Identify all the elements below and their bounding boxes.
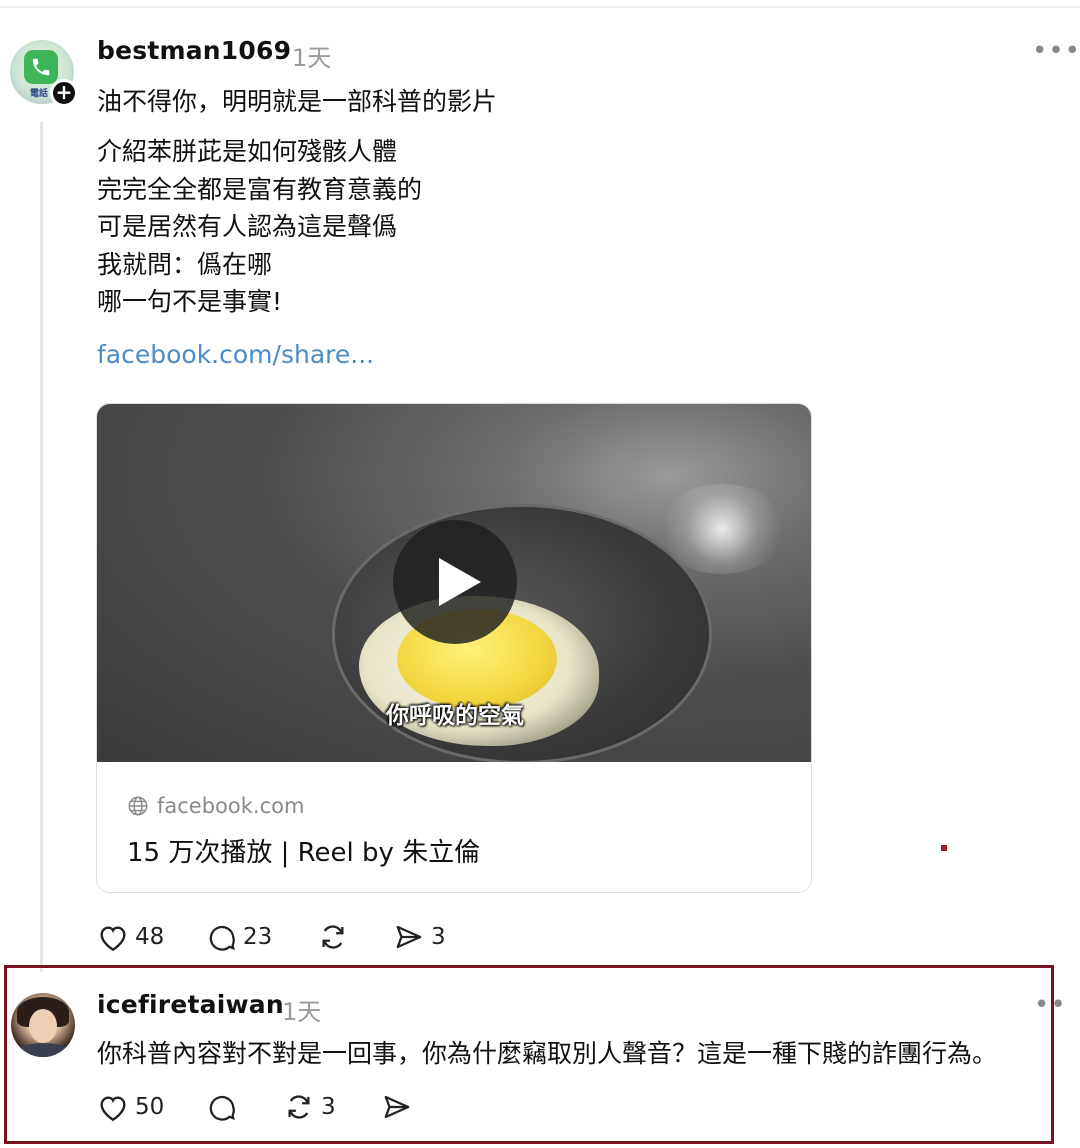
post-first-line: 油不得你，明明就是一部科普的影片 (97, 87, 498, 116)
video-caption: 你呼吸的空氣 (386, 703, 524, 729)
share-link[interactable]: facebook.com/share... (97, 340, 374, 369)
post-body-line: 可是居然有人認為這是聲僞 (97, 212, 398, 241)
comment-icon (209, 925, 235, 951)
post-actions: 50 3 (97, 1092, 413, 1122)
post-body-line: 我就問：僞在哪 (97, 249, 273, 279)
play-button[interactable] (393, 520, 517, 644)
thread-line (40, 122, 43, 972)
like-button[interactable]: 50 (97, 1092, 207, 1122)
card-footer: facebook.com 15 万次播放 | Reel by 朱立倫 (97, 762, 811, 892)
card-domain-row: facebook.com (127, 794, 304, 818)
avatar-shirt (15, 1043, 71, 1057)
repost-button[interactable] (317, 922, 393, 952)
comment-button[interactable]: 23 (207, 922, 317, 952)
comment-button[interactable] (207, 1092, 283, 1122)
globe-icon (128, 796, 148, 816)
link-preview-card[interactable]: 你呼吸的空氣 facebook.com 15 万次播放 | Reel by 朱立… (96, 403, 812, 893)
more-options-icon[interactable]: ••• (1032, 36, 1080, 66)
more-options-icon[interactable]: •• (1034, 990, 1067, 1020)
video-thumbnail[interactable]: 你呼吸的空氣 (97, 404, 811, 762)
post-username[interactable]: bestman1069 (97, 36, 291, 65)
repost-count: 3 (321, 1094, 336, 1120)
post-username[interactable]: icefiretaiwan (97, 990, 284, 1019)
top-divider (0, 6, 1080, 8)
light-glare (657, 484, 787, 574)
repost-icon (322, 925, 344, 949)
post-body-line: 完完全全都是富有教育意義的 (97, 174, 423, 204)
phone-icon (24, 50, 58, 84)
card-title[interactable]: 15 万次播放 | Reel by 朱立倫 (127, 832, 480, 869)
avatar[interactable] (11, 993, 75, 1057)
comment-count: 23 (243, 924, 273, 950)
comment-icon (209, 1095, 235, 1121)
share-button[interactable] (381, 1092, 413, 1122)
heart-icon (100, 926, 126, 952)
post-body-line: 哪一句不是事實! (97, 287, 283, 316)
repost-button[interactable]: 3 (283, 1092, 381, 1122)
post-time: 1天 (292, 44, 332, 72)
heart-icon (100, 1096, 126, 1122)
repost-icon (288, 1095, 310, 1119)
red-dot-mark (941, 845, 947, 851)
send-icon (384, 1095, 410, 1119)
avatar-tile-text: 電話 (30, 89, 49, 99)
like-count: 48 (135, 924, 165, 950)
send-icon (396, 925, 422, 949)
post-time: 1天 (282, 998, 322, 1026)
avatar-face (29, 1009, 57, 1043)
like-button[interactable]: 48 (97, 922, 207, 952)
share-count: 3 (431, 924, 446, 950)
comment-text: 你科普內容對不對是一回事，你為什麼竊取別人聲音？這是一種下賤的詐團行為。 (97, 1039, 998, 1068)
post-body: 介紹苯胼茈是如何殘骸人體 完完全全都是富有教育意義的 可是居然有人認為這是聲僞 … (97, 133, 422, 321)
post-actions: 48 23 3 (97, 922, 446, 952)
follow-plus-icon[interactable]: + (50, 79, 78, 107)
post-body-line: 介紹苯胼茈是如何殘骸人體 (97, 137, 398, 166)
share-button[interactable]: 3 (393, 922, 446, 952)
card-domain: facebook.com (157, 794, 305, 818)
like-count: 50 (135, 1094, 165, 1120)
